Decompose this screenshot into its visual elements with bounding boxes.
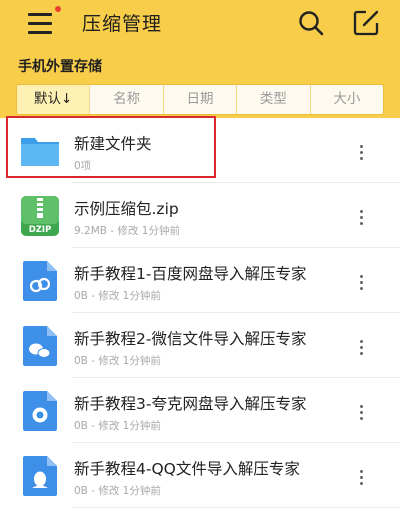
edit-icon bbox=[353, 10, 379, 36]
file-name: 新手教程2-微信文件导入解压专家 bbox=[74, 330, 307, 348]
more-options-icon[interactable] bbox=[357, 340, 367, 356]
page-title: 压缩管理 bbox=[82, 13, 163, 35]
list-item-tutorial-3[interactable]: 新手教程3-夸克网盘导入解压专家 0B - 修改 1分钟前 bbox=[0, 378, 400, 443]
hamburger-bar bbox=[28, 22, 52, 25]
hamburger-bar bbox=[28, 31, 52, 34]
hamburger-menu-icon bbox=[28, 13, 52, 16]
top-app-bar: 压缩管理 手机外置存储 bbox=[0, 0, 400, 80]
divider bbox=[72, 507, 400, 508]
file-meta: 0B - 修改 1分钟前 bbox=[74, 485, 161, 497]
storage-location-label: 手机外置存储 bbox=[18, 59, 102, 75]
search-button[interactable] bbox=[297, 9, 325, 37]
search-icon bbox=[299, 11, 324, 36]
more-options-icon[interactable] bbox=[357, 405, 367, 421]
more-options-icon[interactable] bbox=[357, 470, 367, 486]
sort-tab-type[interactable]: 类型 bbox=[236, 85, 309, 114]
file-name: 新手教程3-夸克网盘导入解压专家 bbox=[74, 395, 307, 413]
file-name: 新手教程1-百度网盘导入解压专家 bbox=[74, 265, 307, 283]
file-meta: 0B - 修改 1分钟前 bbox=[74, 290, 161, 302]
zip-icon-label: DZIP bbox=[29, 225, 52, 235]
wechat-doc-icon bbox=[19, 325, 61, 367]
more-options-icon[interactable] bbox=[357, 145, 367, 161]
file-meta: 9.2MB - 修改 1分钟前 bbox=[74, 225, 180, 237]
qq-doc-icon bbox=[19, 455, 61, 497]
list-item-tutorial-4[interactable]: 新手教程4-QQ文件导入解压专家 0B - 修改 1分钟前 bbox=[0, 443, 400, 508]
list-item-tutorial-1[interactable]: 新手教程1-百度网盘导入解压专家 0B - 修改 1分钟前 bbox=[0, 248, 400, 313]
sort-tab-default[interactable]: 默认↓ bbox=[17, 85, 90, 114]
quark-doc-icon bbox=[19, 390, 61, 432]
file-meta: 0B - 修改 1分钟前 bbox=[74, 355, 161, 367]
notification-dot bbox=[55, 6, 61, 12]
file-name: 新手教程4-QQ文件导入解压专家 bbox=[74, 460, 300, 478]
sort-tab-size[interactable]: 大小 bbox=[309, 85, 383, 114]
zip-file-icon: DZIP bbox=[19, 195, 61, 237]
edit-button[interactable] bbox=[352, 9, 380, 37]
baidu-doc-icon bbox=[19, 260, 61, 302]
sort-tab-date[interactable]: 日期 bbox=[162, 85, 236, 114]
list-item-tutorial-2[interactable]: 新手教程2-微信文件导入解压专家 0B - 修改 1分钟前 bbox=[0, 313, 400, 378]
file-name: 示例压缩包.zip bbox=[74, 200, 179, 218]
more-options-icon[interactable] bbox=[357, 210, 367, 226]
file-meta: 0B - 修改 1分钟前 bbox=[74, 420, 161, 432]
list-item-zip[interactable]: DZIP 示例压缩包.zip 9.2MB - 修改 1分钟前 bbox=[0, 183, 400, 248]
sort-tab-name[interactable]: 名称 bbox=[89, 85, 162, 114]
sort-bar: 默认↓ 名称 日期 类型 大小 bbox=[0, 80, 400, 118]
selection-highlight-box bbox=[6, 116, 216, 178]
app-root: 压缩管理 手机外置存储 默认↓ 名称 日期 类型 大小 新建文件夹 0项 DZI… bbox=[0, 0, 400, 509]
sort-tabs: 默认↓ 名称 日期 类型 大小 bbox=[16, 84, 384, 115]
more-options-icon[interactable] bbox=[357, 275, 367, 291]
menu-button[interactable] bbox=[28, 6, 61, 36]
